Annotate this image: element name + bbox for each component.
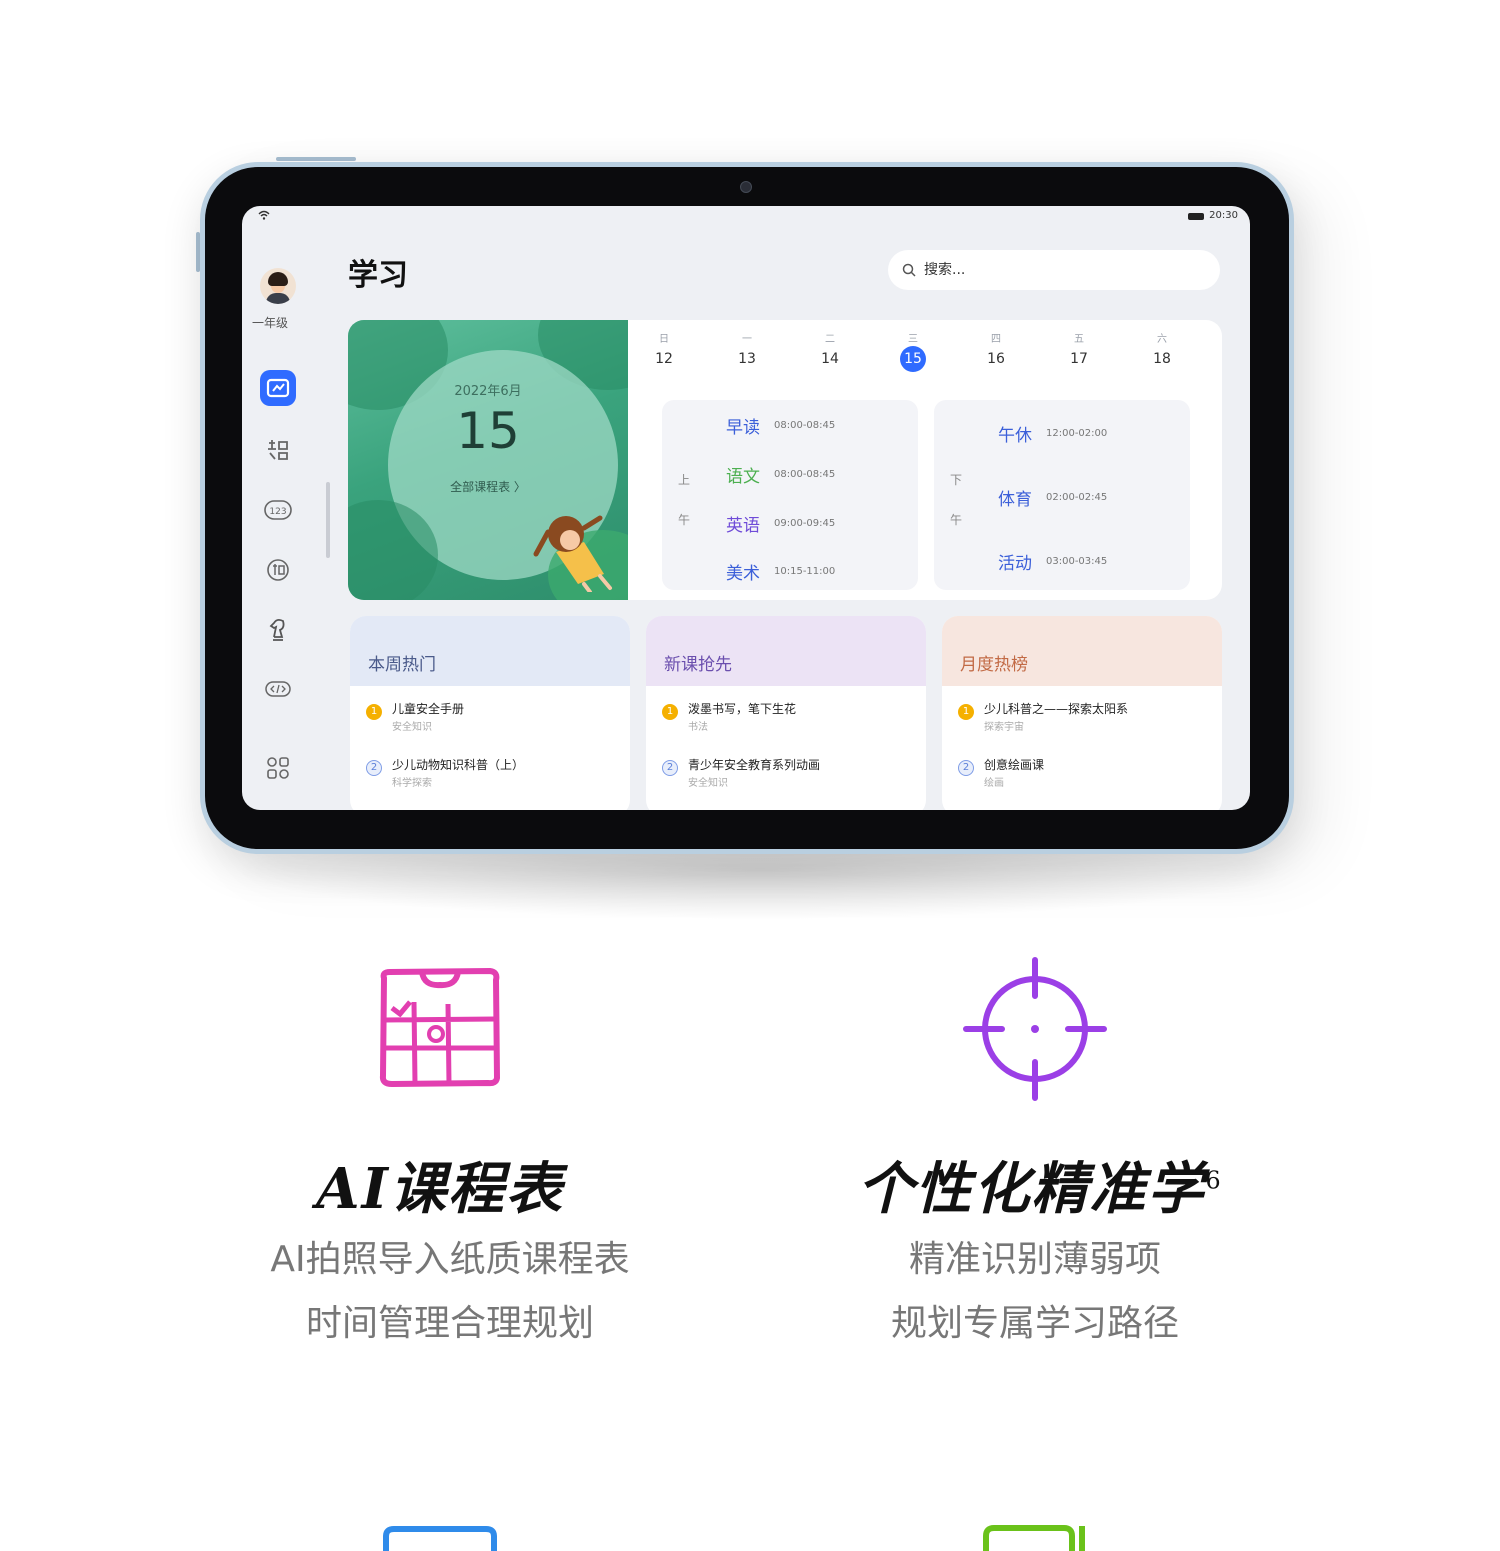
category-title: 月度热榜 [960,655,1028,675]
list-item[interactable]: 2 少儿动物知识科普（上） 科学探索 [366,756,620,796]
search-box[interactable] [888,250,1220,290]
svg-text:123: 123 [269,507,286,517]
rank-badge: 1 [958,704,974,720]
sidebar-item-chess[interactable] [260,612,296,648]
sidebar-item-math[interactable]: 123 [260,492,296,528]
chinese-character-icon [268,440,288,460]
sidebar: 一年级 123 [242,206,322,810]
sidebar-item-more[interactable] [260,750,296,786]
rank-badge: 2 [366,760,382,776]
hero-illustration[interactable]: 2022年6月 15 全部课程表 〉 [348,320,628,600]
period-label: 上午 [678,473,691,527]
sidebar-item-chinese[interactable] [260,432,296,468]
week-day[interactable]: 四 16 [966,330,1026,372]
calendar-icon [379,968,500,1087]
rank-badge: 1 [662,704,678,720]
category-title: 新课抢先 [664,655,732,675]
chess-knight-icon [269,618,285,641]
week-day[interactable]: 六 18 [1132,330,1192,372]
blue-feature-icon [383,1526,497,1551]
week-day[interactable]: 五 17 [1049,330,1109,372]
period-label: 下午 [950,473,963,527]
tablet-screen: 20:30 一年级 123 学习 搜索... 2022年6月 15 全部课程表 … [242,206,1250,810]
rank-badge: 1 [366,704,382,720]
tablet-top-button [276,157,356,161]
category-card-weekly-hot[interactable]: 本周热门 1 儿童安全手册 安全知识 2 少儿动物知识科普（上） 科学探索 [350,616,630,810]
sidebar-item-language[interactable] [260,552,296,588]
schedule-item[interactable]: 体育 02:00-02:45 [986,474,1190,520]
week-day[interactable]: 一 13 [717,330,777,372]
week-day[interactable]: 二 14 [800,330,860,372]
list-item[interactable]: 1 泼墨书写，笔下生花 书法 [662,700,916,740]
green-feature-icon [983,1525,1085,1551]
front-camera [740,181,752,193]
crosshair-icon [963,957,1107,1101]
feature-title: 个性化精准学6 [857,1156,1223,1222]
morning-schedule: 上午 早读 08:00-08:45 语文 08:00-08:45 英语 09:00-0… [662,400,918,590]
list-item[interactable]: 1 儿童安全手册 安全知识 [366,700,620,740]
search-input[interactable] [922,261,1186,279]
list-item[interactable]: 2 创意绘画课 绘画 [958,756,1212,796]
schedule-item[interactable]: 早读 08:00-08:45 [714,402,918,448]
math-123-icon: 123 [264,500,292,520]
week-day-today[interactable]: 三 15 [883,330,943,372]
footnote-marker: 6 [1205,1166,1223,1195]
battery-icon [1188,213,1204,220]
rank-badge: 2 [958,760,974,776]
category-title: 本周热门 [368,655,436,675]
hero-date: 2022年6月 [454,384,522,399]
sidebar-scrollbar[interactable] [326,482,330,558]
list-item[interactable]: 2 青少年安全教育系列动画 安全知识 [662,756,916,796]
avatar[interactable] [260,268,296,304]
schedule-card: 2022年6月 15 全部课程表 〉 日 12 一 13 二 14 三 15 四 16 五… [348,320,1222,600]
status-bar: 20:30 [242,206,1250,226]
category-card-monthly-ranking[interactable]: 月度热榜 1 少儿科普之——探索太阳系 探索宇宙 2 创意绘画课 绘画 [942,616,1222,810]
feature-description: 精准识别薄弱项 规划专属学习路径 [890,1239,1179,1344]
apps-grid-icon [267,757,289,779]
category-card-new-courses[interactable]: 新课抢先 1 泼墨书写，笔下生花 书法 2 青少年安全教育系列动画 安全知识 [646,616,926,810]
hero-day: 15 [456,402,520,460]
week-day[interactable]: 日 12 [634,330,694,372]
search-icon [902,263,916,277]
schedule-item[interactable]: 英语 09:00-09:45 [714,500,918,546]
code-icon [265,681,291,697]
sidebar-item-coding[interactable] [260,672,296,708]
hero-notch [1208,444,1222,480]
schedule-item[interactable]: 语文 08:00-08:45 [714,451,918,497]
page-title: 学习 [348,258,408,293]
status-time: 20:30 [1209,210,1238,221]
feature-title: AI课程表 [316,1156,564,1222]
language-icon [267,559,289,581]
schedule-item[interactable]: 活动 03:00-03:45 [986,538,1190,584]
grade-selector[interactable]: 一年级 [252,314,288,331]
book-icon [266,378,290,398]
rank-badge: 2 [662,760,678,776]
sidebar-item-study[interactable] [260,370,296,406]
schedule-item[interactable]: 美术 10:15-11:00 [714,548,918,594]
schedule-item[interactable]: 午休 12:00-02:00 [986,410,1190,456]
afternoon-schedule: 下午 午休 12:00-02:00 体育 02:00-02:45 活动 03:00-0… [934,400,1190,590]
week-strip: 日 12 一 13 二 14 三 15 四 16 五 17 六 18 [634,330,1214,384]
girl-illustration [533,515,612,592]
list-item[interactable]: 1 少儿科普之——探索太阳系 探索宇宙 [958,700,1212,740]
feature-description: AI拍照导入纸质课程表 时间管理合理规划 [270,1239,630,1344]
